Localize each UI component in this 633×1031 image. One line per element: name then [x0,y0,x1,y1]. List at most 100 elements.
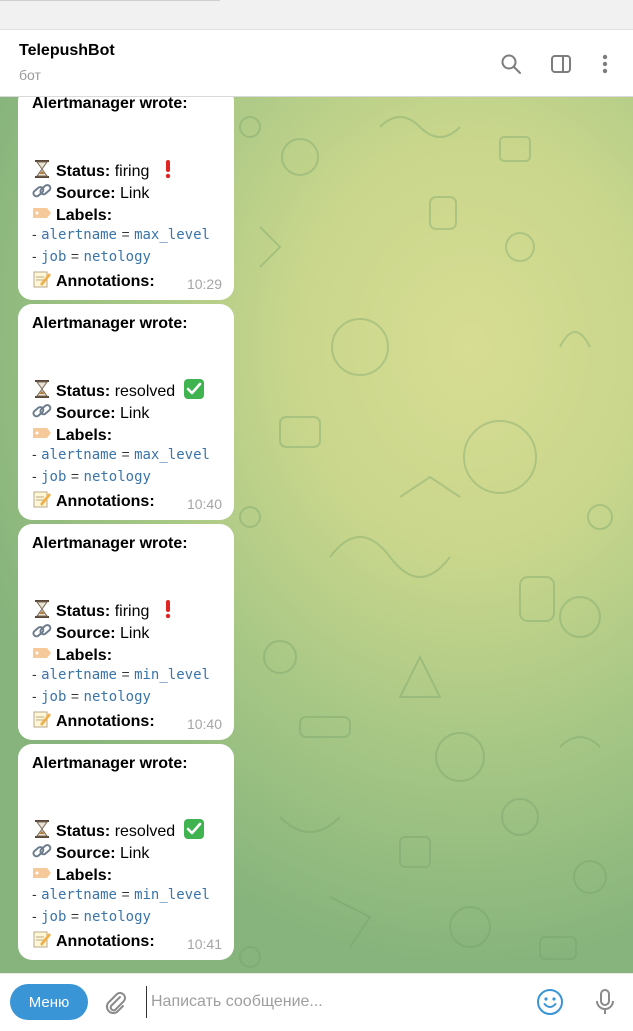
status-label: Status: [56,603,111,620]
label-key[interactable]: job [41,689,66,705]
emoji-icon[interactable] [535,987,565,1017]
label-tag-icon [33,428,51,438]
hourglass-icon [35,600,49,618]
search-icon[interactable] [496,49,526,79]
microphone-icon[interactable] [590,987,620,1017]
message-time: 10:40 [186,716,222,732]
paperclip-icon[interactable] [100,987,130,1017]
label-value[interactable]: max_level [134,447,210,463]
link-icon [32,184,52,198]
message-input[interactable] [146,986,506,1018]
message-time: 10:29 [186,276,222,292]
menu-button[interactable]: Меню [10,984,88,1020]
status-label: Status: [56,383,111,400]
memo-icon [33,931,51,948]
window-top-strip [0,0,633,30]
message-sender: Alertmanager wrote: [32,315,188,332]
labels-label: Labels: [56,207,113,224]
label-key[interactable]: alertname [41,227,117,243]
message-bubble[interactable]: Alertmanager wrote: Status: resolved Sou… [18,304,234,520]
annotations-label: Annotations: [56,933,155,950]
label-tag-icon [33,208,51,218]
source-label: Source: [56,405,116,422]
chat-title[interactable]: TelepushBot [19,42,115,60]
memo-icon [33,271,51,288]
equals-sign: = [70,908,80,924]
source-label: Source: [56,845,116,862]
green-check-icon [183,819,204,839]
list-dash: - [32,468,37,484]
hourglass-icon [35,160,49,178]
list-dash: - [32,666,37,682]
equals-sign: = [121,446,130,462]
list-dash: - [32,886,37,902]
chat-subtitle: бот [19,67,41,83]
link-icon [32,624,52,638]
label-key[interactable]: job [41,909,66,925]
equals-sign: = [70,468,80,484]
labels-label: Labels: [56,867,113,884]
label-key[interactable]: job [41,469,66,485]
status-value: firing [114,163,150,180]
annotations-label: Annotations: [56,493,155,510]
annotations-label: Annotations: [56,273,155,290]
link-icon [32,844,52,858]
red-exclamation-icon [165,160,171,179]
memo-icon [33,491,51,508]
list-dash: - [32,226,37,242]
tab-line [0,0,220,1]
equals-sign: = [70,248,80,264]
label-key[interactable]: alertname [41,447,117,463]
label-value[interactable]: max_level [134,227,210,243]
source-link[interactable]: Link [120,405,149,422]
message-bubble[interactable]: Alertmanager wrote: Status: firing Sourc… [18,524,234,740]
labels-label: Labels: [56,427,113,444]
message-time: 10:41 [186,936,222,952]
label-tag-icon [33,648,51,658]
message-bubble[interactable]: Alertmanager wrote: Status: firing Sourc… [18,97,234,300]
label-value[interactable]: min_level [134,667,210,683]
label-key[interactable]: alertname [41,667,117,683]
status-label: Status: [56,823,111,840]
source-label: Source: [56,185,116,202]
label-value[interactable]: min_level [134,887,210,903]
message-composer: Меню [0,973,633,1031]
hourglass-icon [35,820,49,838]
labels-label: Labels: [56,647,113,664]
label-key[interactable]: alertname [41,887,117,903]
annotations-label: Annotations: [56,713,155,730]
list-dash: - [32,446,37,462]
equals-sign: = [121,886,130,902]
label-value[interactable]: netology [84,909,151,925]
status-value: resolved [114,823,176,840]
list-dash: - [32,908,37,924]
source-link[interactable]: Link [120,625,149,642]
sidebar-toggle-icon[interactable] [546,49,576,79]
equals-sign: = [121,666,130,682]
red-exclamation-icon [165,600,171,619]
status-value: firing [114,603,150,620]
message-sender: Alertmanager wrote: [32,97,188,112]
list-dash: - [32,688,37,704]
label-key[interactable]: job [41,249,66,265]
link-icon [32,404,52,418]
message-bubble[interactable]: Alertmanager wrote: Status: resolved Sou… [18,744,234,960]
status-label: Status: [56,163,111,180]
list-dash: - [32,248,37,264]
memo-icon [33,711,51,728]
equals-sign: = [121,226,130,242]
status-value: resolved [114,383,176,400]
more-vertical-icon[interactable] [590,49,620,79]
chat-area[interactable]: Alertmanager wrote: Status: firing Sourc… [0,97,633,973]
message-sender: Alertmanager wrote: [32,535,188,552]
source-link[interactable]: Link [120,185,149,202]
source-label: Source: [56,625,116,642]
hourglass-icon [35,380,49,398]
label-value[interactable]: netology [84,469,151,485]
label-value[interactable]: netology [84,689,151,705]
green-check-icon [183,379,204,399]
label-value[interactable]: netology [84,249,151,265]
message-sender: Alertmanager wrote: [32,755,188,772]
source-link[interactable]: Link [120,845,149,862]
chat-header[interactable]: TelepushBot бот [0,30,633,97]
